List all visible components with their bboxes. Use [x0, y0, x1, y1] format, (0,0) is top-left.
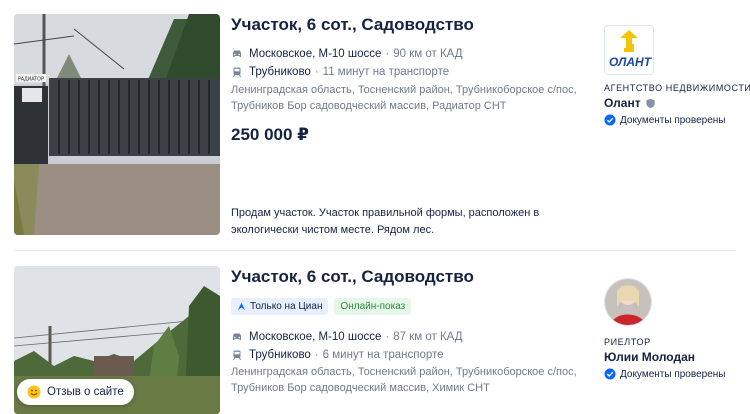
station-row: Трубниково · 6 минут на транспорте — [231, 349, 444, 361]
station-time: 11 минут на транспорте — [322, 66, 450, 78]
agent-name-text: Олант — [604, 96, 641, 110]
station-name: Трубниково — [249, 349, 311, 361]
train-icon — [233, 67, 241, 78]
separator-dot: · — [385, 331, 390, 343]
listing-address: Ленинградская область, Тосненский район,… — [231, 366, 577, 394]
online-showing-badge: Онлайн-показ — [334, 298, 412, 315]
exclusive-badge-text: Только на Циан — [250, 301, 323, 312]
smile-icon — [27, 385, 41, 399]
shield-icon — [645, 98, 655, 108]
avatar[interactable] — [604, 278, 652, 326]
agency-logo-text: ОЛАНТ — [608, 55, 652, 69]
car-icon — [233, 333, 241, 340]
verified-docs: Документы проверены — [604, 368, 725, 380]
agent-name[interactable]: Олант — [604, 96, 750, 110]
highway-row: Московское, М-10 шоссе · 90 км от КАД — [231, 48, 463, 60]
separator-dot: · — [314, 66, 319, 78]
gate-sign-text: РАДИАТОР — [18, 77, 45, 83]
verified-text: Документы проверены — [620, 114, 726, 126]
listing-description: Продам участок. Участок правильной формы… — [231, 207, 540, 236]
arrow-up-icon — [620, 30, 638, 52]
separator-dot: · — [385, 48, 390, 60]
agent-name[interactable]: Юлии Молодан — [604, 350, 725, 364]
agent-block[interactable]: РИЕЛТОР Юлии Молодан Документы проверены — [604, 278, 725, 380]
station-row: Трубниково · 11 минут на транспорте — [231, 66, 449, 78]
highway-name: Московское, М-10 шоссе — [249, 48, 382, 60]
train-icon — [233, 350, 241, 361]
agency-logo[interactable]: ОЛАНТ — [604, 25, 654, 75]
agent-type: РИЕЛТОР — [604, 337, 651, 347]
agent-block[interactable]: ОЛАНТ АГЕНТСТВО НЕДВИЖИМОСТИ Олант Докум… — [604, 25, 750, 126]
highway-distance: 90 км от КАД — [393, 48, 463, 60]
verified-check-icon — [604, 114, 616, 126]
listing-address: Ленинградская область, Тосненский район,… — [231, 84, 577, 112]
car-icon — [233, 50, 241, 57]
verified-check-icon — [604, 368, 616, 380]
station-time: 6 минут на транспорте — [322, 349, 444, 361]
listing-title[interactable]: Участок, 6 сот., Садоводство — [231, 267, 474, 287]
listing-card[interactable]: РАДИАТОР Участок, 6 сот., Садоводство Мо… — [0, 0, 750, 250]
badges-row: Только на Циан Онлайн-показ — [231, 298, 412, 315]
site-review-button[interactable]: Отзыв о сайте — [17, 379, 134, 405]
highway-name: Московское, М-10 шоссе — [249, 331, 382, 343]
site-review-label: Отзыв о сайте — [47, 386, 124, 398]
station-name: Трубниково — [249, 66, 311, 78]
exclusive-badge: Только на Циан — [231, 298, 329, 315]
verified-text: Документы проверены — [620, 368, 726, 380]
highway-row: Московское, М-10 шоссе · 87 км от КАД — [231, 331, 463, 343]
agent-type: АГЕНТСТВО НЕДВИЖИМОСТИ — [604, 83, 750, 93]
listing-photo[interactable]: РАДИАТОР — [14, 14, 220, 235]
listing-price: 250 000 ₽ — [231, 125, 310, 144]
verified-docs: Документы проверены — [604, 114, 750, 126]
listing-title[interactable]: Участок, 6 сот., Садоводство — [231, 15, 474, 35]
cian-mark-icon — [237, 302, 246, 311]
highway-distance: 87 км от КАД — [393, 331, 463, 343]
separator-dot: · — [314, 349, 319, 361]
